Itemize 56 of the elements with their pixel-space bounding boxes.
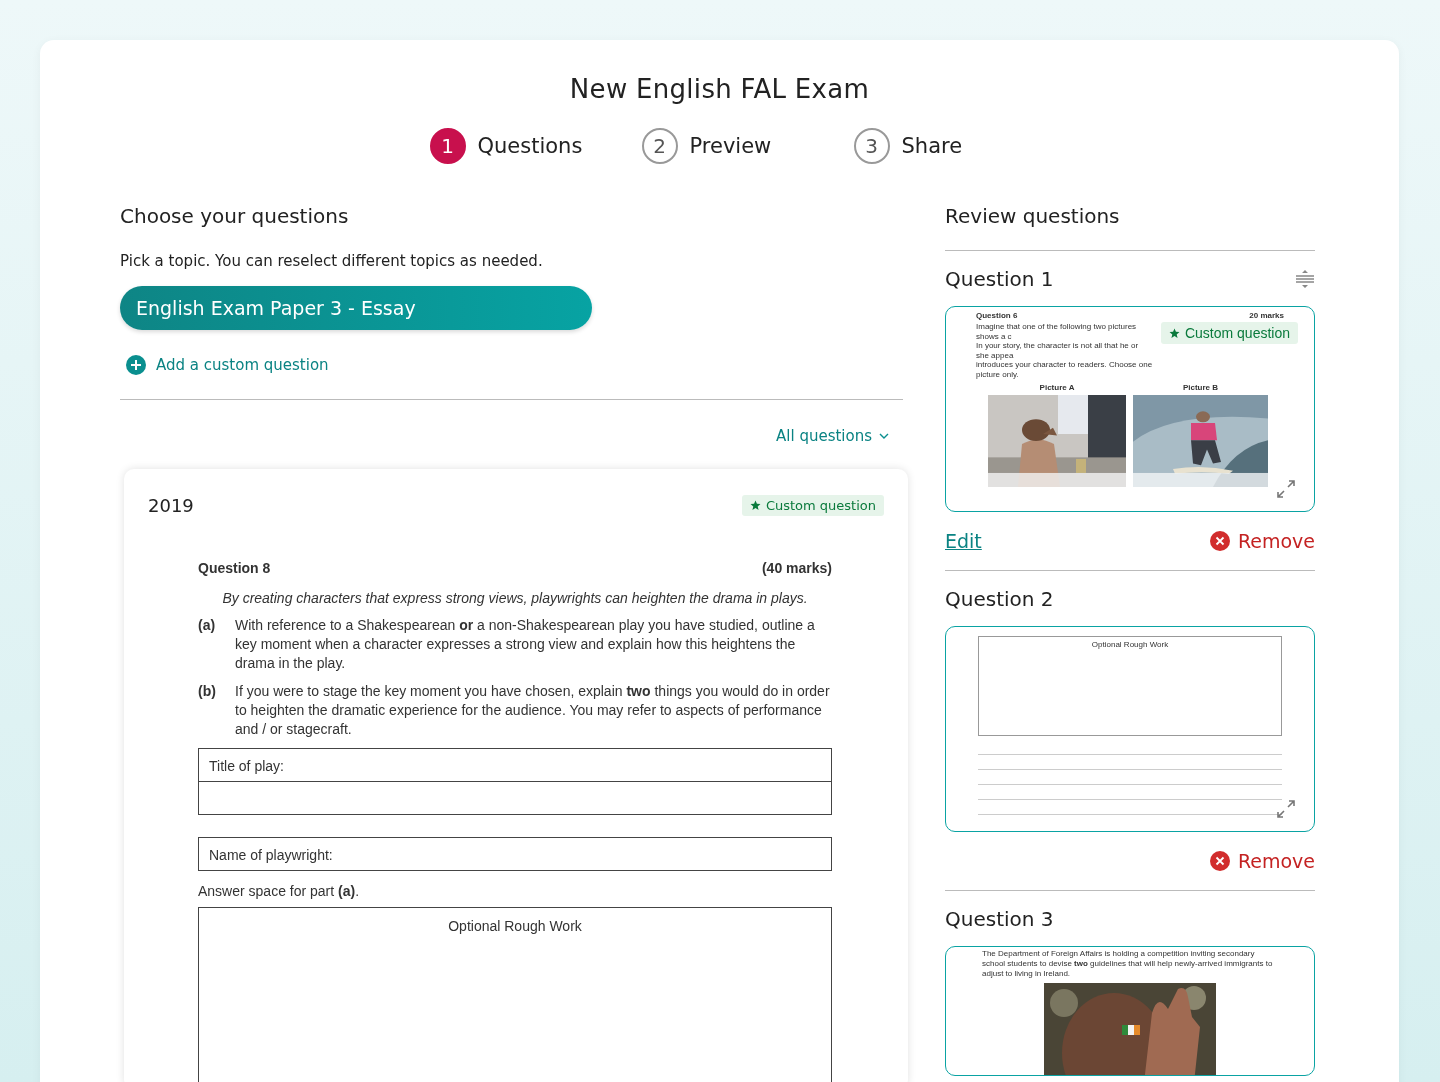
- filter-dropdown[interactable]: All questions: [776, 427, 889, 445]
- step-label: Preview: [689, 134, 772, 158]
- remove-icon: [1209, 851, 1230, 871]
- question-title: Question 1: [945, 267, 1054, 291]
- step-number: 2: [641, 128, 678, 164]
- part-label: (a): [198, 616, 215, 635]
- expand-icon[interactable]: [1276, 479, 1296, 499]
- add-icon[interactable]: [126, 355, 146, 375]
- answer-field[interactable]: Name of playwright:: [198, 837, 832, 871]
- add-custom-question-link[interactable]: Add a custom question: [156, 356, 329, 374]
- remove-button[interactable]: Remove: [1209, 530, 1315, 552]
- drag-handle-icon[interactable]: [1295, 270, 1315, 288]
- step-label: Questions: [477, 134, 583, 158]
- badge-text: Custom question: [1184, 325, 1290, 341]
- part-text: If you were to stage the key moment you have chosen, explain two things you would do in order to heighten the dramatic experience for the audience. You may refer to aspects of performance and / or stagecraft.: [235, 682, 831, 739]
- step-tab[interactable]: 3 Share: [853, 128, 1010, 164]
- topic-button[interactable]: English Exam Paper 3 - Essay: [120, 286, 592, 330]
- question-thumbnail[interactable]: Optional Rough Work: [945, 626, 1315, 832]
- question-number: Question 8: [198, 560, 271, 576]
- picture-label: Picture A: [1039, 383, 1075, 392]
- chevron-down-icon: [879, 433, 889, 439]
- question-title: Question 2: [945, 587, 1054, 611]
- thumb-text-line: Imagine that one of the following two pictures shows a c: [976, 322, 1138, 341]
- question-prompt: By creating characters that express strong views, playwrights can heighten the drama in plays.: [221, 590, 809, 606]
- step-tab[interactable]: 2 Preview: [641, 128, 798, 164]
- part-text: With reference to a Shakespearean or a non-Shakespearean play you have studied, outline a key moment when a character expresses a strong view and explain how this heightens the drama in the play.: [235, 616, 816, 673]
- star-icon: [1168, 327, 1180, 339]
- remove-button[interactable]: Remove: [1209, 850, 1315, 872]
- answer-note: Answer space for part (a).: [198, 883, 361, 899]
- rough-work-label: Optional Rough Work: [448, 918, 582, 934]
- part-label: (b): [198, 682, 215, 701]
- answer-field[interactable]: Title of play:: [198, 748, 832, 815]
- question-thumbnail[interactable]: The Department of Foreign Affairs is holding a competition inviting secondary school students to devise two guidelines that will help newly-arrived immigrants to adjust to living in Ireland.: [945, 946, 1315, 1076]
- thumb-marks: 20 marks: [1249, 311, 1284, 320]
- year-label: 2019: [148, 495, 194, 516]
- thumb-text-line: introduces your character to readers. Choose one picture only.: [976, 360, 1153, 379]
- question-title: Question 3: [945, 907, 1054, 931]
- page-title: New English FAL Exam: [568, 74, 871, 104]
- picture-label: Picture B: [1182, 383, 1219, 392]
- question-thumbnail[interactable]: [945, 306, 1315, 512]
- step-label: Share: [901, 134, 963, 158]
- expand-icon[interactable]: [1276, 799, 1296, 819]
- marks-label: (40 marks): [761, 560, 832, 576]
- edit-link[interactable]: Edit: [945, 530, 982, 552]
- badge-text: Custom question: [765, 498, 876, 513]
- section-heading: Review questions: [945, 204, 1121, 230]
- step-number: 1: [429, 128, 466, 164]
- step-number: 3: [853, 128, 890, 164]
- section-heading: Choose your questions: [120, 204, 350, 230]
- instruction-text: Pick a topic. You can reselect different topics as needed.: [120, 252, 544, 270]
- rough-work-label: Optional Rough Work: [1091, 640, 1169, 649]
- thumb-question-text: The Department of Foreign Affairs is holding a competition inviting secondary school students to devise two guidelines that will help newly-arrived immigrants to adjust to living in Ireland.: [982, 949, 1274, 979]
- thumb-question-label: Question 6: [976, 311, 1018, 320]
- remove-icon: [1209, 531, 1230, 551]
- star-icon: [749, 500, 761, 511]
- step-tab[interactable]: 1 Questions: [429, 128, 586, 164]
